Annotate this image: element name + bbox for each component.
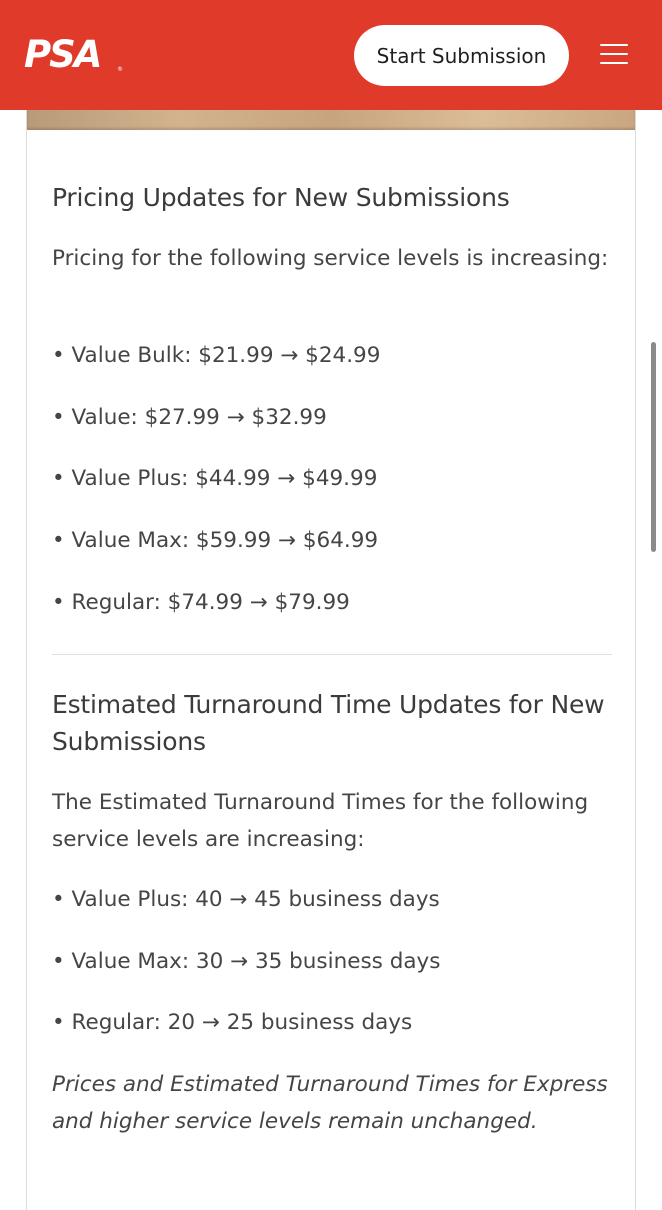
- section-divider: [52, 654, 612, 655]
- psa-logo[interactable]: PSA: [24, 36, 102, 73]
- menu-line: [600, 62, 628, 64]
- hamburger-menu-icon[interactable]: [600, 44, 630, 66]
- turnaround-intro: The Estimated Turnaround Times for the f…: [52, 790, 589, 852]
- pricing-item-value-plus: • Value Plus: $44.99 → $49.99: [52, 466, 378, 491]
- pricing-intro: Pricing for the following service levels…: [52, 246, 609, 271]
- turnaround-item-value-plus: • Value Plus: 40 → 45 business days: [52, 887, 440, 912]
- turnaround-heading: Estimated Turnaround Time Updates for Ne…: [52, 690, 605, 756]
- turnaround-item-value-max: • Value Max: 30 → 35 business days: [52, 949, 441, 974]
- pricing-heading: Pricing Updates for New Submissions: [52, 183, 510, 212]
- site-header: PSA ® Start Submission: [0, 0, 662, 110]
- turnaround-note: Prices and Estimated Turnaround Times fo…: [52, 1072, 608, 1134]
- page-scrollbar[interactable]: [651, 342, 656, 552]
- start-submission-button[interactable]: Start Submission: [354, 25, 569, 86]
- pricing-item-value-bulk: • Value Bulk: $21.99 → $24.99: [52, 343, 381, 368]
- menu-line: [600, 53, 628, 55]
- pricing-item-value-max: • Value Max: $59.99 → $64.99: [52, 528, 379, 553]
- menu-line: [600, 44, 628, 46]
- logo-trademark: ®: [117, 66, 123, 73]
- pricing-item-value: • Value: $27.99 → $32.99: [52, 405, 327, 430]
- banner-image: [27, 110, 635, 130]
- turnaround-item-regular: • Regular: 20 → 25 business days: [52, 1010, 413, 1035]
- article-card: Pricing Updates for New Submissions Pric…: [26, 110, 636, 1210]
- pricing-item-regular: • Regular: $74.99 → $79.99: [52, 590, 350, 615]
